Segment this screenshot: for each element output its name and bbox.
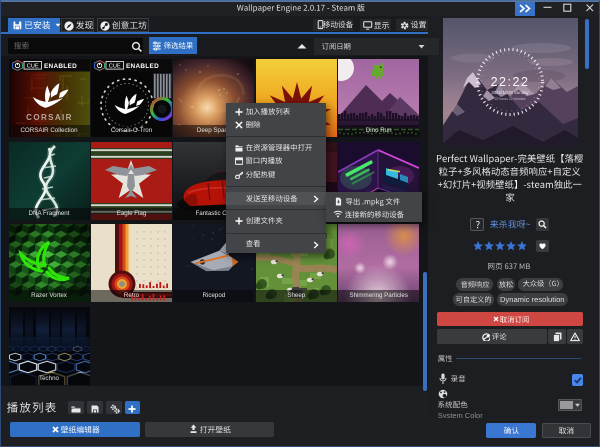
svg-text:CORSAIR: CORSAIR [26,113,73,122]
svg-text:ENABLED: ENABLED [126,63,159,70]
svg-text:2022/10/28 Sunday: 2022/10/28 Sunday [491,90,529,95]
svg-text:CUE: CUE [109,64,121,70]
svg-text:22:22: 22:22 [490,75,529,89]
svg-text:ENABLED: ENABLED [44,63,77,70]
svg-text:CUE: CUE [26,64,38,70]
svg-text:22 hours 22 minutes: 22 hours 22 minutes [494,97,525,101]
